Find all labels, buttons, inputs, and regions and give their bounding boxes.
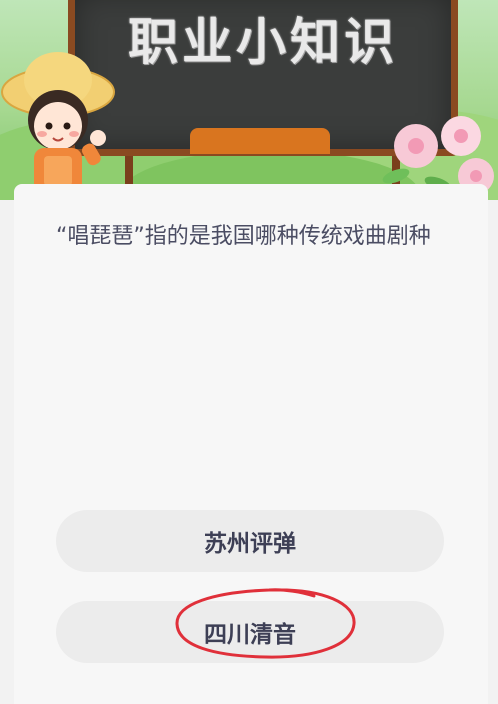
highlight-circle-annotation bbox=[175, 588, 356, 659]
question-text: “唱琵琶”指的是我国哪种传统戏曲剧种 bbox=[56, 224, 431, 249]
banner-title: 职业小知识 bbox=[128, 13, 398, 71]
answer-option-1[interactable]: 苏州评弹 bbox=[56, 510, 444, 572]
girl-mascot-icon bbox=[1, 52, 115, 200]
banner: 职业小知识 bbox=[0, 0, 498, 200]
chalkboard-ledge bbox=[190, 128, 330, 154]
answer-option-label: 苏州评弹 bbox=[204, 531, 296, 557]
